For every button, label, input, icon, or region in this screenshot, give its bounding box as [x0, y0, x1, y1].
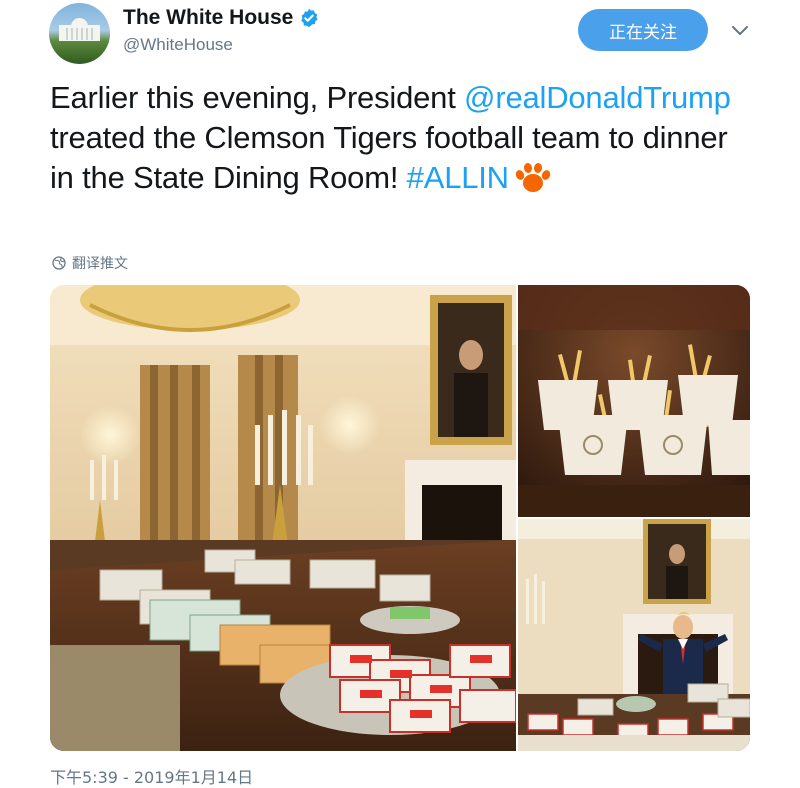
translate-label: 翻译推文 [72, 256, 128, 272]
avatar[interactable] [49, 3, 110, 64]
photo-president-table[interactable] [518, 519, 750, 751]
photo-fries[interactable] [518, 285, 750, 517]
photo-dining-room[interactable] [50, 285, 516, 751]
translate-tweet-link[interactable]: 翻译推文 [52, 253, 128, 273]
avatar-columns [63, 28, 96, 40]
user-handle[interactable]: @WhiteHouse [123, 35, 233, 55]
tweet-timestamp[interactable]: 下午5:39 - 2019年1月14日 [50, 764, 253, 788]
tweet-text: Earlier this evening, President @realDon… [50, 78, 750, 198]
dining-room-image [50, 285, 516, 751]
fries-image [518, 285, 750, 517]
name-row: The White House [123, 6, 319, 30]
globe-icon [52, 256, 66, 270]
verified-badge-icon [301, 8, 318, 28]
following-button[interactable]: 正在关注 [578, 9, 708, 51]
tweet-text-part2: treated the Clemson Tigers football team… [50, 120, 728, 195]
hashtag-link[interactable]: #ALLIN [407, 160, 509, 195]
chevron-down-icon[interactable] [730, 24, 750, 38]
display-name[interactable]: The White House [123, 6, 293, 30]
mention-link[interactable]: @realDonaldTrump [464, 80, 731, 115]
tiger-paw-emoji [515, 163, 551, 192]
tweet-text-part1: Earlier this evening, President [50, 80, 465, 115]
media-grid [50, 285, 750, 751]
president-table-image [518, 519, 750, 751]
